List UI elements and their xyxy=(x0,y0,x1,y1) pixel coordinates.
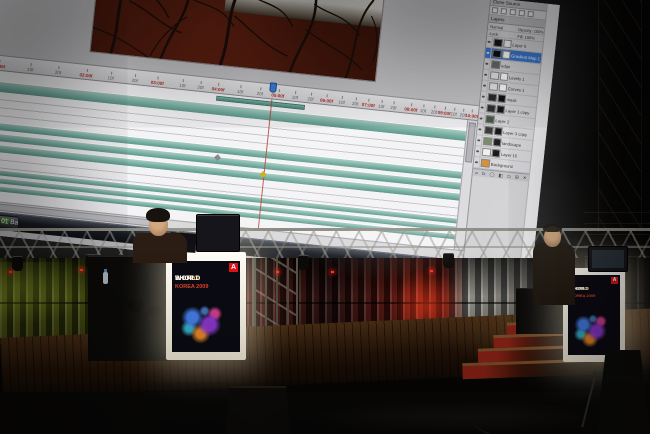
ruler-tick: 10f xyxy=(338,98,345,106)
clone-stamp-icon[interactable] xyxy=(519,10,526,17)
ruler-tick: 09:00f xyxy=(437,108,451,116)
presenter-left-body xyxy=(133,233,187,263)
red-led-indicator xyxy=(276,271,279,273)
clone-stamp-icon[interactable] xyxy=(527,11,534,18)
layer-visibility-eye-icon[interactable] xyxy=(477,124,484,136)
layer-thumbnail xyxy=(482,148,492,157)
layer-name: Layer 1 copy xyxy=(505,108,529,115)
layer-visibility-eye-icon[interactable] xyxy=(475,146,482,158)
ruler-tick: 10f xyxy=(179,81,186,89)
ruler-tick: 07:00f xyxy=(362,100,376,108)
layer-mask-thumbnail xyxy=(503,39,512,48)
layer-mask-thumbnail xyxy=(502,50,511,59)
ruler-tick: 20f xyxy=(256,89,263,97)
layer-visibility-eye-icon[interactable] xyxy=(486,36,493,48)
audience-head xyxy=(148,306,162,316)
ruler-tick: 10f xyxy=(420,106,427,114)
red-led-indicator xyxy=(9,271,12,273)
taskbar-button-label: 01 Bas... xyxy=(1,218,20,228)
ruler-tick: 20f xyxy=(390,103,397,111)
layer-thumbnail xyxy=(491,60,501,69)
layer-name: Layer 2 xyxy=(495,118,509,124)
layer-name: Curves 1 xyxy=(508,86,525,93)
ruler-tick: 20f xyxy=(54,68,61,76)
layer-name: mask xyxy=(506,97,516,103)
poster-subtitle: KOREA 2009 xyxy=(175,284,208,290)
clone-stamp-icon[interactable] xyxy=(492,7,499,14)
layer-thumbnail xyxy=(487,93,497,102)
layer-name: edge xyxy=(501,63,511,69)
layer-thumbnail xyxy=(489,82,499,91)
layer-name: Levels 1 xyxy=(509,75,525,82)
ruler-tick: 06:00f xyxy=(320,96,334,104)
stage-speaker xyxy=(226,386,290,434)
layer-mask-thumbnail xyxy=(499,83,508,92)
layer-mask-thumbnail xyxy=(500,72,509,81)
layer-thumbnail xyxy=(492,49,502,58)
layer-name: landscape xyxy=(502,140,522,147)
layer-thumbnail xyxy=(490,71,500,80)
layer-visibility-eye-icon[interactable] xyxy=(480,91,487,103)
audience-head xyxy=(128,300,144,312)
layer-thumbnail xyxy=(486,104,496,113)
photoshop-world-poster: A PHOTOSHOP WORLD KOREA 2009 xyxy=(172,261,240,352)
playhead-marker[interactable] xyxy=(269,82,277,93)
podium-monitor xyxy=(196,214,240,252)
red-led-indicator xyxy=(80,269,83,271)
layer-name: Layer 3 copy xyxy=(503,129,527,136)
green-stage-glow xyxy=(0,262,90,322)
ruler-tick: 08:00f xyxy=(404,104,418,112)
layer-visibility-eye-icon[interactable] xyxy=(478,113,485,125)
layer-visibility-eye-icon[interactable] xyxy=(483,69,490,81)
ruler-tick: 10f xyxy=(237,87,244,95)
ruler-tick: 03:00f xyxy=(151,78,165,86)
ruler-tick: 10f xyxy=(27,65,34,73)
layer-visibility-eye-icon[interactable] xyxy=(485,47,492,59)
layer-mask-thumbnail xyxy=(494,127,503,136)
ruler-tick: 10f xyxy=(450,109,457,117)
ruler-tick: 01:00f xyxy=(0,61,6,69)
layer-thumbnail xyxy=(493,38,503,47)
layer-name: Gradient Map 1 xyxy=(511,53,540,61)
layer-mask-thumbnail xyxy=(493,138,502,147)
layer-visibility-eye-icon[interactable] xyxy=(484,58,491,70)
layer-thumbnail xyxy=(483,137,493,146)
light-haze xyxy=(290,192,490,282)
layer-name: Layer 5 xyxy=(512,42,526,48)
water-bottle xyxy=(103,272,108,284)
poster-title-world: WORLD xyxy=(175,275,201,282)
ruler-tick: 20f xyxy=(352,99,359,107)
layer-thumbnail xyxy=(485,115,495,124)
ruler-tick: 04:00f xyxy=(211,84,225,92)
layer-thumbnail xyxy=(484,126,494,135)
layer-mask-thumbnail xyxy=(496,105,505,114)
ruler-tick: 02:00f xyxy=(79,70,93,78)
ruler-tick: 20f xyxy=(131,76,138,84)
layer-visibility-eye-icon[interactable] xyxy=(481,80,488,92)
presenter-left-hair xyxy=(146,208,170,222)
ruler-tick: 20f xyxy=(197,83,204,91)
ruler-tick: 10f xyxy=(378,102,385,110)
layer-visibility-eye-icon[interactable] xyxy=(479,102,486,114)
layer-mask-thumbnail xyxy=(492,149,501,158)
conference-stage-photo: 01:00f 10f 20f 02:00f 10f 20f 03:00f 10f 20f 04:0… xyxy=(0,0,650,434)
clone-stamp-icon[interactable] xyxy=(501,8,508,15)
left-podium: A PHOTOSHOP WORLD KOREA 2009 xyxy=(166,252,246,360)
ruler-tick: 10f xyxy=(292,93,299,101)
layer-name: Layer 10 xyxy=(501,151,518,158)
clone-stamp-icon[interactable] xyxy=(510,9,517,16)
light-haze xyxy=(470,160,630,300)
adobe-logo: A xyxy=(229,263,238,272)
ruler-tick: 10f xyxy=(107,73,114,81)
layer-mask-thumbnail xyxy=(497,94,506,103)
moving-head-light xyxy=(12,256,23,271)
layer-visibility-eye-icon[interactable] xyxy=(476,135,483,147)
ruler-tick: 20f xyxy=(307,94,314,102)
